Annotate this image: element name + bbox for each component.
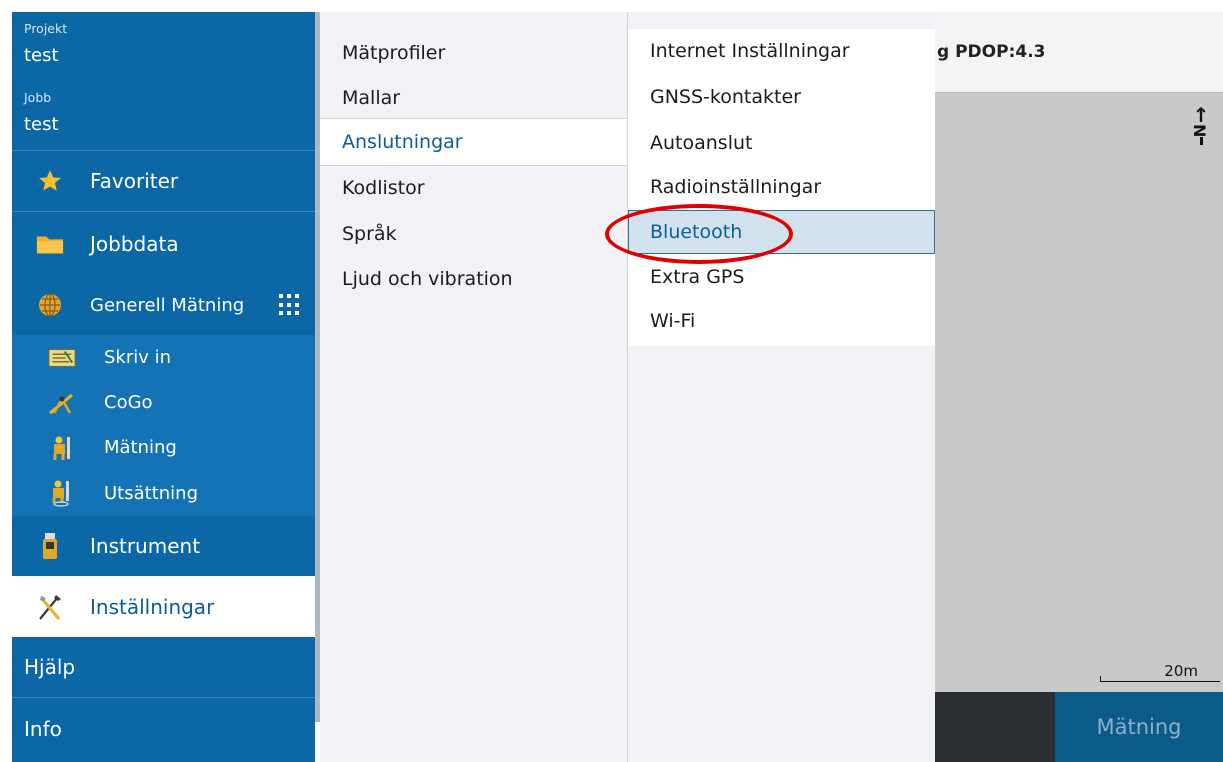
sidebar-item-key-in[interactable]: Skriv in: [12, 335, 315, 380]
keyin-icon: [48, 344, 76, 372]
sidebar-item-cogo[interactable]: CoGo: [12, 380, 315, 425]
globe-icon: [36, 291, 64, 319]
scale-label: 20m: [1164, 662, 1198, 680]
folder-icon: [36, 230, 64, 258]
menu-item-auto-connect[interactable]: Autoanslut: [628, 121, 935, 165]
sidebar-item-stakeout[interactable]: Utsättning: [12, 470, 315, 516]
project-label: Projekt: [24, 21, 68, 36]
settings-submenu: Mätprofiler Mallar Anslutningar Kodlisto…: [320, 12, 627, 762]
menu-item-survey-styles[interactable]: Mätprofiler: [320, 30, 627, 76]
job-label: Jobb: [24, 90, 52, 105]
sidebar-item-instrument[interactable]: Instrument: [12, 516, 315, 576]
sidebar-item-measure[interactable]: Mätning: [12, 425, 315, 470]
menu-item-internet-settings[interactable]: Internet Inställningar: [628, 29, 935, 73]
job-value[interactable]: test: [24, 114, 59, 135]
menu-item-sound-vibration[interactable]: Ljud och vibration: [320, 256, 627, 302]
menu-item-language[interactable]: Språk: [320, 211, 627, 257]
main-sidebar: Projekt test Jobb test Favoriter Jobbdat…: [12, 12, 315, 762]
measure-button[interactable]: Mätning: [1055, 692, 1223, 762]
highlight-ellipse: [605, 204, 793, 264]
star-icon: [36, 167, 64, 195]
menu-item-templates[interactable]: Mallar: [320, 75, 627, 121]
menu-item-wifi[interactable]: Wi-Fi: [628, 299, 935, 343]
menu-item-gnss-contacts[interactable]: GNSS-kontakter: [628, 75, 935, 119]
surveyor-icon: [48, 434, 76, 462]
instrument-icon: [36, 532, 64, 560]
connections-submenu: Internet Inställningar GNSS-kontakter Au…: [628, 12, 935, 762]
sidebar-item-help[interactable]: Hjälp: [12, 637, 315, 697]
sidebar-item-general-survey[interactable]: Generell Mätning: [12, 275, 315, 335]
scale-bar: 20m: [1100, 662, 1220, 682]
sidebar-item-settings[interactable]: Inställningar: [12, 576, 315, 637]
sidebar-item-favorites[interactable]: Favoriter: [12, 151, 315, 211]
sidebar-item-info[interactable]: Info: [12, 698, 315, 760]
tools-icon: [36, 593, 64, 621]
stakeout-icon: [48, 479, 76, 507]
cogo-icon: [48, 389, 76, 417]
map-view[interactable]: g PDOP:4.3 ↑ N 20m Mätning: [935, 12, 1223, 762]
menu-item-radio-settings[interactable]: Radioinställningar: [628, 165, 935, 209]
north-label: N: [1190, 124, 1209, 138]
sidebar-item-jobdata[interactable]: Jobbdata: [12, 212, 315, 275]
menu-item-connections[interactable]: Anslutningar: [320, 119, 627, 165]
status-bar: g PDOP:4.3: [935, 12, 1223, 93]
map-bottom-bar: Mätning: [935, 692, 1223, 762]
north-arrow-icon: ↑ N: [1190, 105, 1211, 146]
menu-item-code-lists[interactable]: Kodlistor: [320, 165, 627, 211]
pdop-status: g PDOP:4.3: [937, 42, 1046, 62]
app-grid-icon[interactable]: [279, 294, 301, 316]
project-value[interactable]: test: [24, 45, 59, 66]
